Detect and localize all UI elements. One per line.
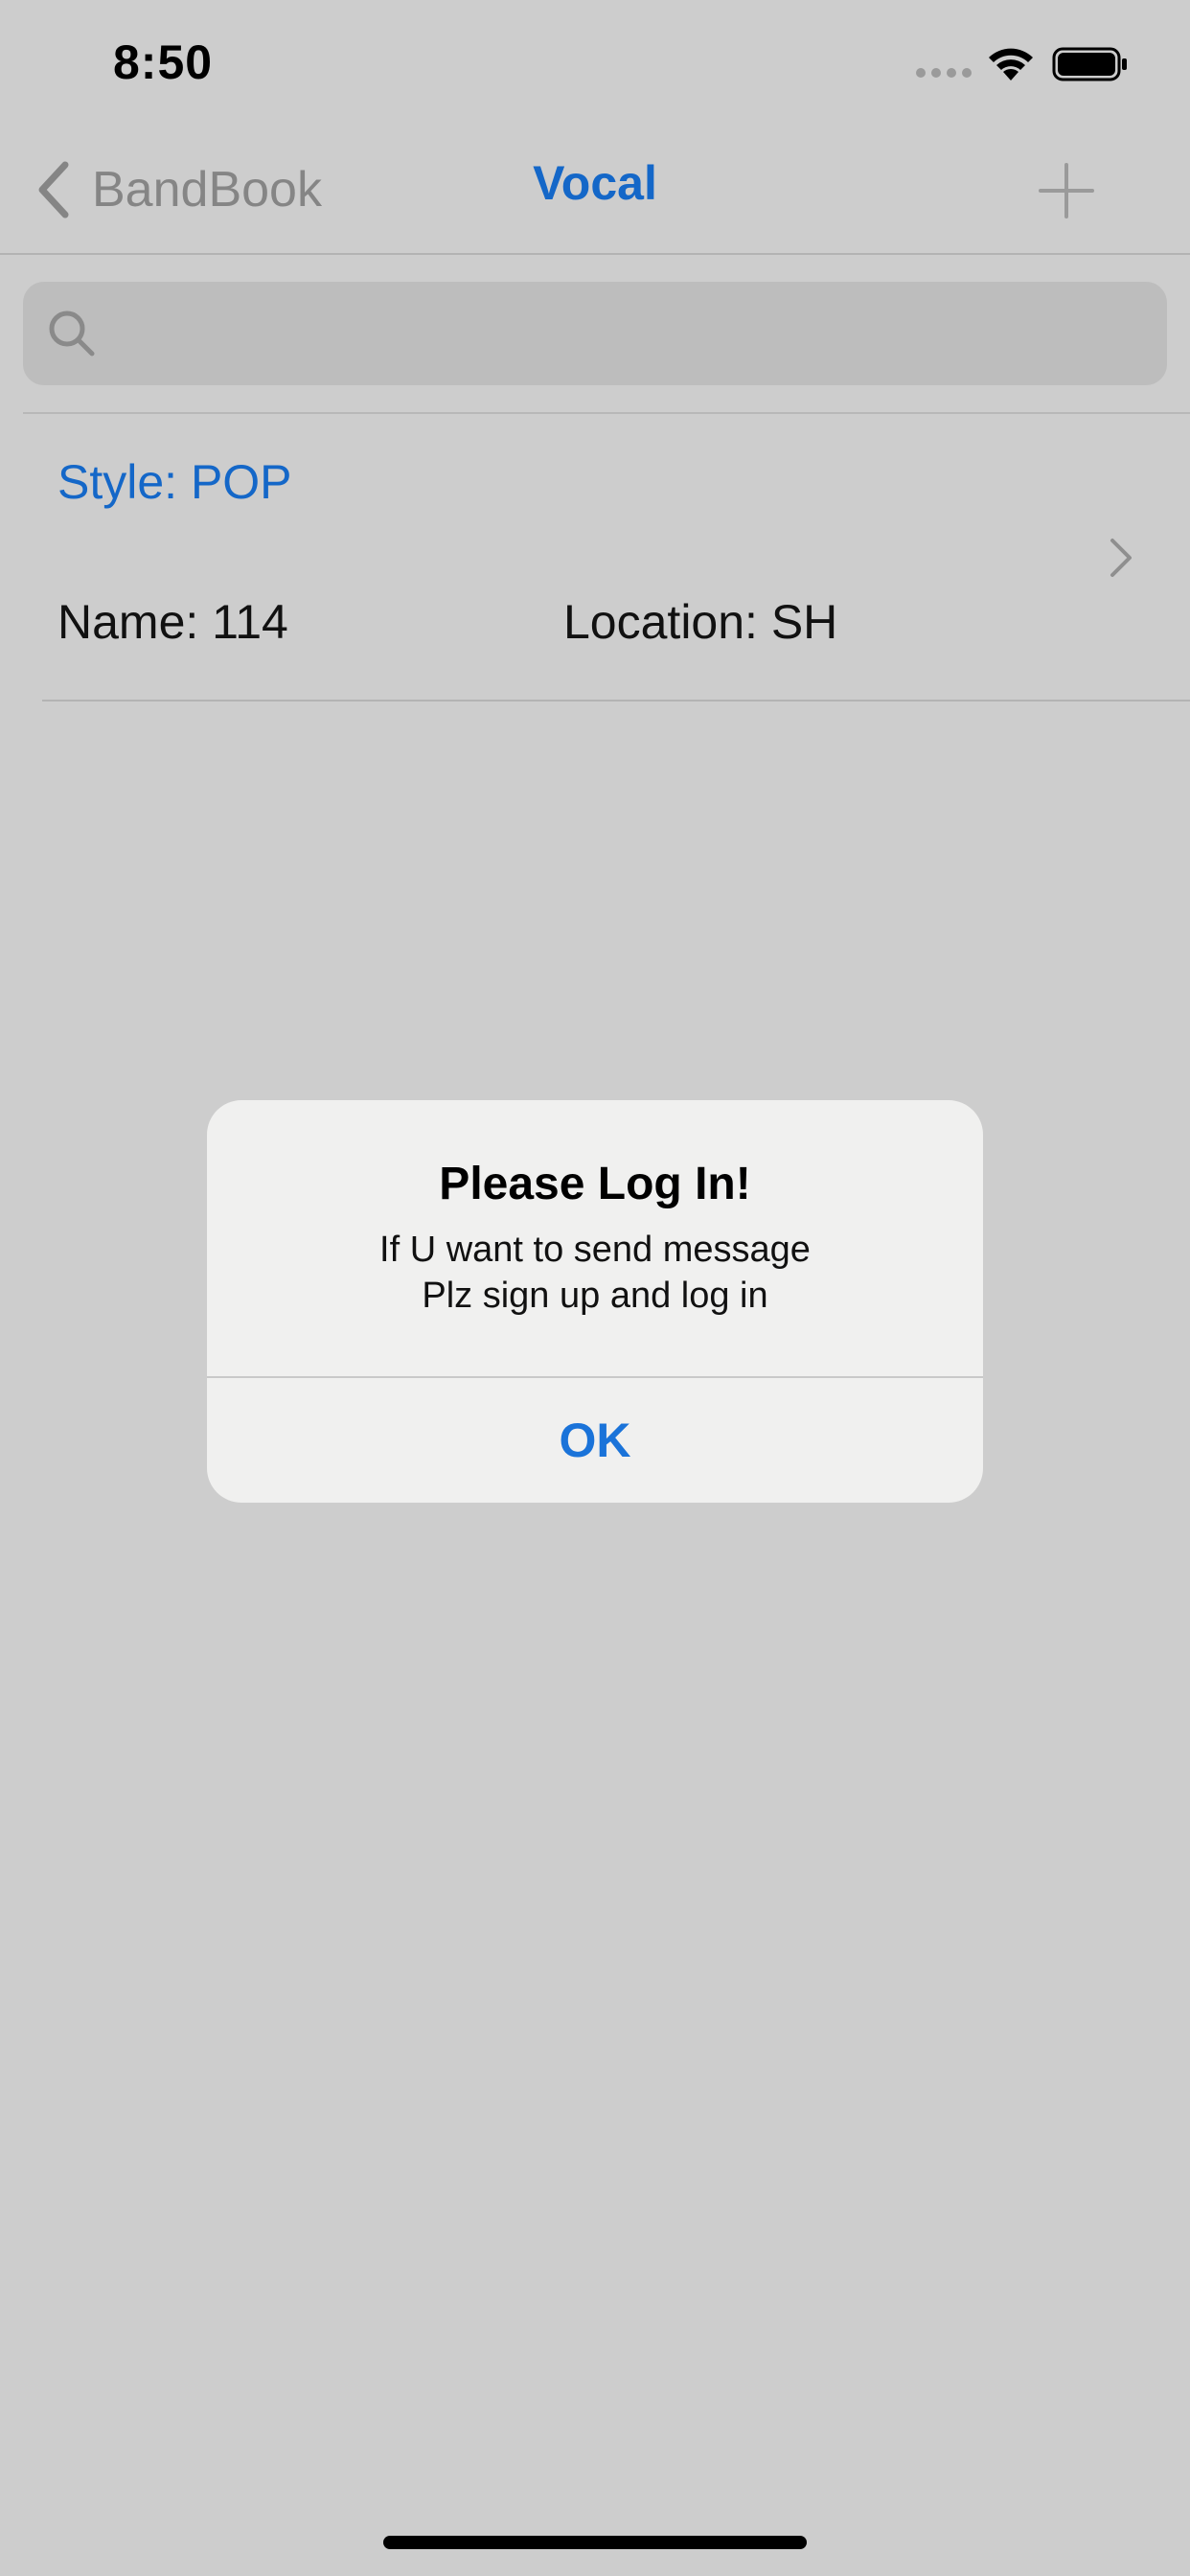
alert-title: Please Log In! [439,1159,751,1209]
ok-button[interactable]: OK [207,1378,983,1503]
page-title: Vocal [533,156,657,210]
alert-message-line-2: Plz sign up and log in [422,1276,768,1316]
plus-icon[interactable] [1037,161,1096,220]
name-label: Name: 114 [57,595,288,649]
style-label: Style: POP [57,455,292,509]
location-label: Location: SH [563,595,838,649]
search-bar[interactable] [23,282,1167,385]
search-input[interactable] [113,294,1167,373]
alert-message: If U want to send message Plz sign up an… [207,1227,983,1319]
alert-message-line-1: If U want to send message [379,1230,811,1270]
chevron-right-icon [1110,539,1132,577]
status-time: 8:50 [113,35,214,89]
wifi-icon [989,48,1033,80]
row-divider [42,700,1190,702]
battery-icon [1052,47,1127,81]
search-icon [49,310,95,356]
cellular-signal-icon [916,68,972,78]
login-alert-dialog: Please Log In! If U want to send message… [207,1100,983,1503]
home-indicator[interactable] [383,2536,807,2549]
nav-divider [0,253,1190,255]
